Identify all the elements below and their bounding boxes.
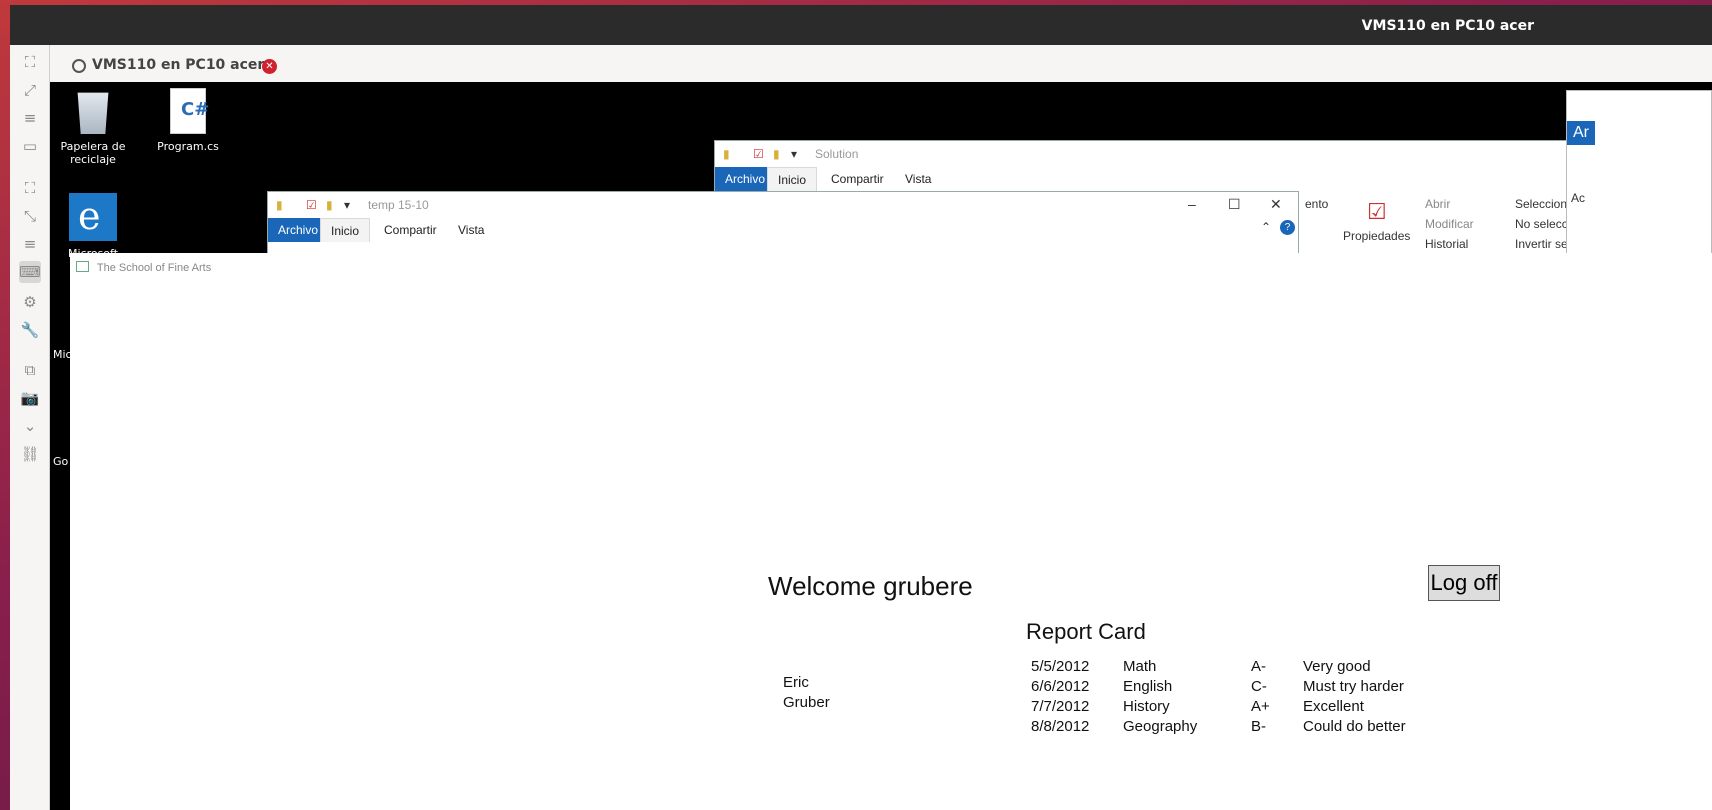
close-window-icon[interactable]: ✕ xyxy=(1270,196,1282,213)
ribbon-tabs: Archivo Inicio Compartir Vista xyxy=(715,167,1711,191)
explorer-titlebar[interactable]: ▮ ☑ ▮ ▾ temp 15-10 – ☐ ✕ xyxy=(268,192,1298,218)
keyboard-icon[interactable]: ⌨ xyxy=(19,261,41,283)
explorer-window-partial[interactable]: Ar Ac xyxy=(1566,90,1712,260)
grade-date: 8/8/2012 xyxy=(1031,718,1090,735)
open-button[interactable]: Abrir xyxy=(1425,197,1450,211)
folder-icon: ▮ xyxy=(723,147,730,161)
minimize-window-icon[interactable]: – xyxy=(1188,196,1196,212)
recycle-bin[interactable]: Papelera de reciclaje xyxy=(53,88,133,166)
tools-icon[interactable]: 🔧 xyxy=(19,319,41,341)
dynamic-res-icon[interactable]: ⤡ xyxy=(19,205,41,227)
folder-icon: ▮ xyxy=(326,198,333,212)
collapse-ribbon-icon[interactable]: ⌃ xyxy=(1261,220,1271,234)
history-button[interactable]: Historial xyxy=(1425,237,1468,251)
log-off-button[interactable]: Log off xyxy=(1428,565,1500,601)
grade-letter: A- xyxy=(1251,658,1266,675)
csharp-file-icon: C# xyxy=(170,88,209,134)
checkmark-icon[interactable]: ☑ xyxy=(753,147,764,161)
explorer-window-temp[interactable]: ▮ ☑ ▮ ▾ temp 15-10 – ☐ ✕ Archivo Inicio … xyxy=(267,191,1299,261)
desktop-icon-label: reciclaje xyxy=(70,153,116,166)
help-icon[interactable]: ? xyxy=(1280,220,1295,235)
recycle-bin-icon xyxy=(77,92,109,134)
desktop-icon-label: Papelera de xyxy=(60,140,126,153)
minimize-icon[interactable]: ⌄ xyxy=(19,415,41,437)
checkmark-icon[interactable]: ☑ xyxy=(306,198,317,212)
explorer-title: Solution xyxy=(815,147,859,161)
report-card-title: Report Card xyxy=(1026,619,1146,644)
settings-icon[interactable]: ⚙ xyxy=(19,291,41,313)
fullscreen-icon[interactable]: ⤢ xyxy=(19,79,41,101)
desktop-icon-label: Program.cs xyxy=(157,140,219,153)
tab-vista[interactable]: Vista xyxy=(448,218,494,242)
tab-compartir[interactable]: Compartir xyxy=(821,167,894,191)
folder-icon: ▮ xyxy=(276,198,283,212)
connection-tab[interactable]: VMS110 en PC10 acer ✕ xyxy=(60,45,280,87)
program-cs-file[interactable]: C# Program.cs xyxy=(148,88,228,153)
partial-desktop-label: Go xyxy=(53,455,69,468)
app-icon xyxy=(76,261,89,272)
edit-button[interactable]: Modificar xyxy=(1425,217,1474,231)
tab-compartir[interactable]: Compartir xyxy=(374,218,447,242)
tab-archivo[interactable]: Archivo xyxy=(715,167,776,191)
grade-letter: B- xyxy=(1251,718,1266,735)
window-title: VMS110 en PC10 acer xyxy=(1361,18,1534,34)
fit-screen-icon[interactable]: ⛶ xyxy=(19,51,41,73)
app-title: The School of Fine Arts xyxy=(96,262,212,274)
grade-subject: Math xyxy=(1123,658,1157,675)
ribbon-item[interactable]: ento xyxy=(1305,197,1328,211)
disconnect-icon[interactable]: ⛓ xyxy=(19,443,41,465)
folder-icon: ▮ xyxy=(773,147,780,161)
tab-bar: VMS110 en PC10 acer ✕ xyxy=(10,45,1712,87)
tab-archivo[interactable]: Archivo xyxy=(268,218,329,242)
properties-icon: ☑ xyxy=(1367,199,1387,224)
explorer-titlebar[interactable]: ▮ ☑ ▮ ▾ Solution xyxy=(715,141,1711,167)
grade-letter: A+ xyxy=(1251,698,1270,715)
menu2-icon[interactable]: ≡ xyxy=(19,233,41,255)
tab-archivo-partial[interactable]: Ar xyxy=(1567,121,1595,145)
maximize-window-icon[interactable]: ☐ xyxy=(1228,196,1241,213)
student-first-name: Eric xyxy=(783,674,809,691)
remote-desktop-area[interactable]: Papelera de reciclaje C# Program.cs e Mi… xyxy=(50,82,1712,810)
grade-date: 5/5/2012 xyxy=(1031,658,1090,675)
dropdown-icon[interactable]: ▾ xyxy=(791,147,797,161)
tab-label: VMS110 en PC10 acer xyxy=(92,57,265,73)
connection-icon xyxy=(72,59,86,73)
menu-icon[interactable]: ≡ xyxy=(19,107,41,129)
scaled-icon[interactable]: ⛶ xyxy=(19,177,41,199)
properties-button[interactable]: Propiedades xyxy=(1343,229,1410,243)
app-titlebar[interactable]: The School of Fine Arts xyxy=(76,261,211,274)
screenshot-icon[interactable]: 📷 xyxy=(19,387,41,409)
partial-desktop-label: Mic xyxy=(53,348,72,361)
grade-comment: Could do better xyxy=(1303,718,1406,735)
student-last-name: Gruber xyxy=(783,694,830,711)
edge-icon: e xyxy=(69,193,117,241)
grade-subject: Geography xyxy=(1123,718,1198,735)
window-titlebar[interactable]: VMS110 en PC10 acer xyxy=(10,5,1712,45)
explorer-title: temp 15-10 xyxy=(368,198,429,212)
window-icon[interactable]: ▭ xyxy=(19,135,41,157)
school-app-window: The School of Fine Arts Welcome grubere … xyxy=(70,253,1712,810)
toolbar-sidebar: ⛶ ⤢ ≡ ▭ ⛶ ⤡ ≡ ⌨ ⚙ 🔧 ⧉ 📷 ⌄ ⛓ xyxy=(10,45,50,810)
ribbon-item-partial[interactable]: Ac xyxy=(1571,191,1585,205)
tab-vista[interactable]: Vista xyxy=(895,167,941,191)
remote-desktop-window: VMS110 en PC10 acer VMS110 en PC10 acer … xyxy=(10,5,1712,810)
grade-comment: Must try harder xyxy=(1303,678,1404,695)
grade-date: 6/6/2012 xyxy=(1031,678,1090,695)
grade-comment: Excellent xyxy=(1303,698,1364,715)
welcome-heading: Welcome grubere xyxy=(768,571,973,601)
new-window-icon[interactable]: ⧉ xyxy=(19,359,41,381)
grade-letter: C- xyxy=(1251,678,1267,695)
grade-subject: English xyxy=(1123,678,1173,695)
tab-inicio[interactable]: Inicio xyxy=(767,167,818,191)
ribbon-tabs: Archivo Inicio Compartir Vista ⌃ ? xyxy=(268,218,1298,242)
dropdown-icon[interactable]: ▾ xyxy=(344,198,350,212)
tab-inicio[interactable]: Inicio xyxy=(320,218,371,242)
student-name: Eric Gruber xyxy=(783,673,830,713)
grade-subject: History xyxy=(1123,698,1170,715)
close-tab-icon[interactable]: ✕ xyxy=(262,59,277,74)
grade-comment: Very good xyxy=(1303,658,1371,675)
grade-date: 7/7/2012 xyxy=(1031,698,1090,715)
